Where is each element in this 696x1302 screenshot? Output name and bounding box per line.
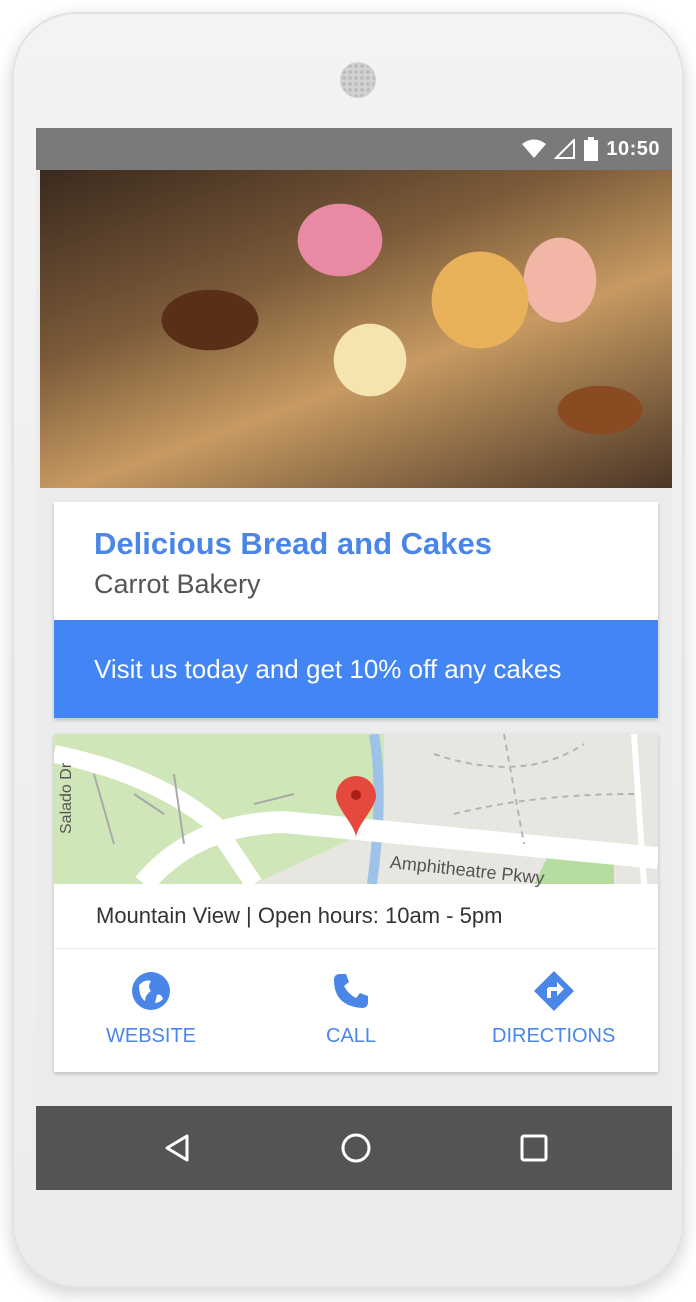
recents-icon [520, 1134, 548, 1162]
recents-button[interactable] [512, 1126, 556, 1170]
map-view[interactable]: Salado Dr Amphitheatre Pkwy [54, 734, 658, 888]
ad-card[interactable]: Delicious Bread and Cakes Carrot Bakery … [54, 502, 658, 718]
phone-frame: 10:50 Delicious Bread and Cakes Carrot B… [12, 12, 684, 1288]
website-label: WEBSITE [106, 1025, 197, 1047]
wifi-icon [522, 139, 547, 158]
location-card: Salado Dr Amphitheatre Pkwy Mountain Vie… [54, 734, 658, 1072]
back-icon [165, 1134, 189, 1162]
directions-label: DIRECTIONS [492, 1025, 616, 1047]
map-pin-icon[interactable] [336, 776, 376, 838]
back-button[interactable] [156, 1126, 200, 1170]
hero-image[interactable] [40, 170, 672, 488]
battery-icon [584, 137, 599, 161]
speaker-grille [340, 62, 376, 98]
location-info: Mountain View | Open hours: 10am - 5pm [96, 903, 503, 928]
directions-button[interactable]: DIRECTIONS [492, 971, 615, 1048]
ad-headline[interactable]: Delicious Bread and Cakes [94, 526, 492, 562]
street-label-salado: Salado Dr [58, 762, 75, 834]
business-name: Carrot Bakery [94, 569, 261, 599]
phone-icon [334, 974, 369, 1008]
promo-text: Visit us today and get 10% off any cakes [94, 653, 562, 684]
action-bar: WEBSITE CALL DIRECTIONS [54, 949, 658, 1072]
promo-banner[interactable]: Visit us today and get 10% off any cakes [54, 620, 658, 718]
phone-screen: 10:50 Delicious Bread and Cakes Carrot B… [36, 128, 672, 1190]
status-time: 10:50 [606, 137, 660, 160]
globe-icon [132, 972, 170, 1010]
call-button[interactable]: CALL [326, 971, 376, 1048]
nav-bar [36, 1106, 672, 1190]
website-button[interactable]: WEBSITE [106, 971, 196, 1048]
status-bar: 10:50 [36, 128, 672, 170]
call-label: CALL [326, 1025, 377, 1047]
home-button[interactable] [334, 1126, 378, 1170]
directions-icon [533, 971, 574, 1011]
signal-icon [554, 139, 576, 159]
home-icon [341, 1133, 371, 1163]
